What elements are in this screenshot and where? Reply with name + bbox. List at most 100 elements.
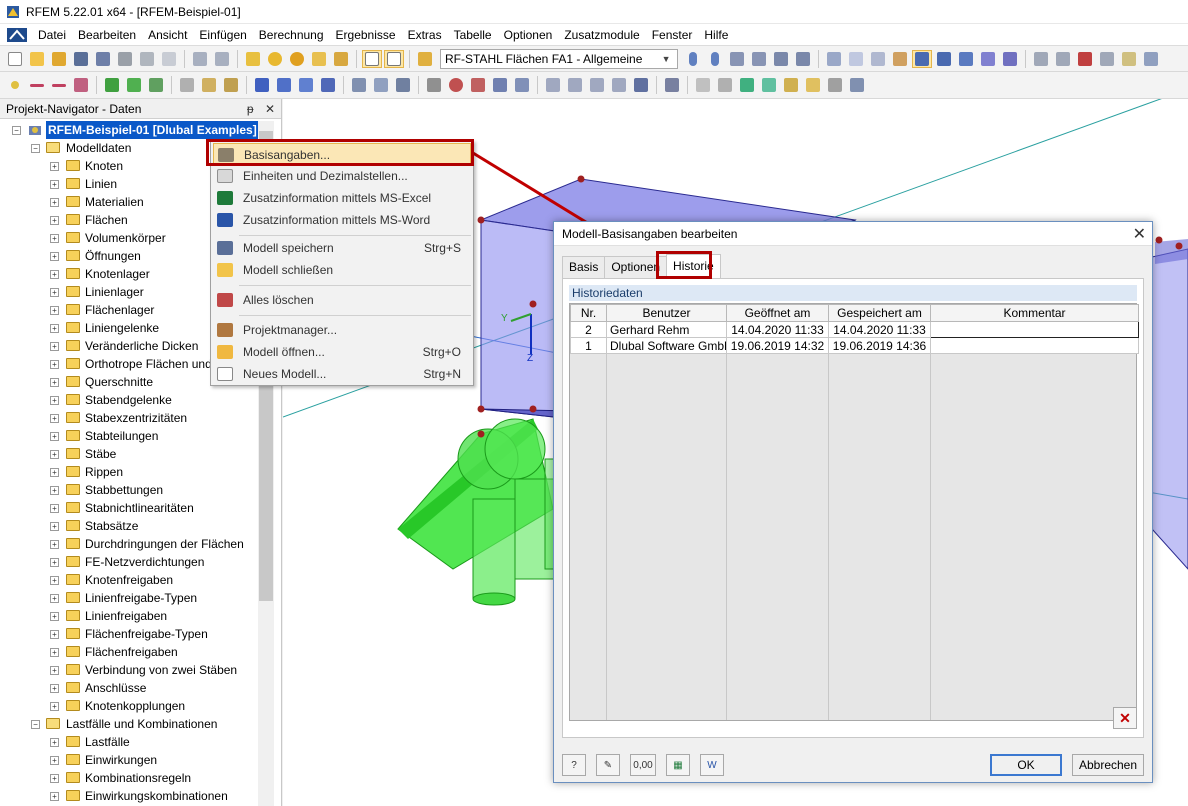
expand-icon[interactable]: + <box>50 198 59 207</box>
menu-item-project-manager[interactable]: Projektmanager... <box>213 319 471 341</box>
menu-hilfe[interactable]: Hilfe <box>698 24 734 46</box>
edit-icon[interactable]: ✎ <box>596 754 620 776</box>
wire-icon[interactable] <box>693 76 713 94</box>
sidebar-item-model[interactable]: + Stabnichtlinearitäten <box>0 499 258 517</box>
menu-item-units[interactable]: Einheiten und Dezimalstellen... <box>213 165 471 187</box>
sidebar-item-model[interactable]: + FE-Netzverdichtungen <box>0 553 258 571</box>
menu-berechnung[interactable]: Berechnung <box>253 24 330 46</box>
display-icon[interactable] <box>912 49 932 68</box>
view-iso-icon[interactable] <box>490 76 510 94</box>
expand-icon[interactable]: + <box>50 630 59 639</box>
new-file-icon[interactable] <box>5 50 25 68</box>
mirror-icon[interactable] <box>393 76 413 94</box>
expand-icon[interactable]: + <box>50 216 59 225</box>
measure-icon[interactable] <box>1031 50 1051 68</box>
prev-arrow-icon[interactable] <box>683 50 703 68</box>
expand-icon[interactable]: + <box>50 612 59 621</box>
document-menu-icon[interactable] <box>6 27 28 43</box>
surface-icon[interactable] <box>274 76 294 94</box>
sidebar-item-load[interactable]: + Lastfälle <box>0 733 258 751</box>
expand-icon[interactable]: + <box>50 288 59 297</box>
open-model-icon[interactable] <box>49 50 69 68</box>
view-z-icon[interactable] <box>587 76 607 94</box>
expand-icon[interactable]: + <box>50 324 59 333</box>
support-icon[interactable] <box>102 76 122 94</box>
tab-historie[interactable]: Historie <box>666 254 721 278</box>
expand-icon[interactable]: + <box>50 666 59 675</box>
open-folder-icon[interactable] <box>27 50 47 68</box>
solid-icon[interactable] <box>252 76 272 94</box>
render-mode-icon[interactable] <box>662 76 682 94</box>
expand-icon[interactable]: + <box>50 522 59 531</box>
delete-icon[interactable] <box>1075 50 1095 68</box>
expand-icon[interactable]: + <box>50 270 59 279</box>
pin-icon[interactable]: ᵽ <box>247 102 254 116</box>
close-icon[interactable]: ✕ <box>265 102 275 116</box>
solid-view-icon[interactable] <box>737 76 757 94</box>
excel-icon[interactable]: ▦ <box>666 754 690 776</box>
zoom-icon[interactable] <box>446 76 466 94</box>
calc-icon[interactable] <box>309 50 329 68</box>
results-icon[interactable] <box>331 50 351 68</box>
collapse-icon[interactable]: − <box>12 126 21 135</box>
zoom-window-icon[interactable] <box>468 76 488 94</box>
expand-icon[interactable]: + <box>50 306 59 315</box>
light-icon[interactable] <box>803 76 823 94</box>
member-icon[interactable] <box>177 76 197 94</box>
guideline-icon[interactable] <box>1097 50 1117 68</box>
line-support-icon[interactable] <box>124 76 144 94</box>
expand-icon[interactable]: + <box>50 684 59 693</box>
collapse-icon[interactable]: − <box>31 144 40 153</box>
print-icon[interactable] <box>115 50 135 68</box>
expand-icon[interactable]: + <box>50 792 59 801</box>
texture-icon[interactable] <box>847 76 867 94</box>
max-values-icon[interactable] <box>749 50 769 68</box>
values-icon[interactable] <box>868 50 888 68</box>
cell-comment-edit[interactable] <box>930 321 1139 338</box>
search-icon[interactable] <box>265 50 285 68</box>
block-icon[interactable] <box>318 76 338 94</box>
sidebar-item-load[interactable]: + Kombinationsregeln <box>0 769 258 787</box>
sidebar-item-model[interactable]: + Stabteilungen <box>0 427 258 445</box>
ok-button[interactable]: OK <box>990 754 1062 776</box>
menu-optionen[interactable]: Optionen <box>498 24 559 46</box>
expand-icon[interactable]: + <box>50 468 59 477</box>
sidebar-item-model[interactable]: + Verbindung von zwei Stäben <box>0 661 258 679</box>
menu-item-save-model[interactable]: Modell speichern Strg+S <box>213 237 471 259</box>
module-icon[interactable] <box>415 50 435 68</box>
surface-support-icon[interactable] <box>146 76 166 94</box>
sidebar-item-model[interactable]: + Flächenfreigabe-Typen <box>0 625 258 643</box>
menu-item-close-model[interactable]: Modell schließen <box>213 259 471 281</box>
expand-icon[interactable]: + <box>50 738 59 747</box>
menu-item-excel[interactable]: Zusatzinformation mittels MS-Excel <box>213 187 471 209</box>
isolines-icon[interactable] <box>846 50 866 68</box>
perspective-icon[interactable] <box>825 76 845 94</box>
arc-icon[interactable] <box>71 76 91 94</box>
sidebar-item-model[interactable]: + Stabexzentrizitäten <box>0 409 258 427</box>
sidebar-item-load[interactable]: + Einwirkungskombinationen <box>0 787 258 805</box>
sidebar-item-model[interactable]: + Durchdringungen der Flächen <box>0 535 258 553</box>
expand-icon[interactable]: + <box>50 360 59 369</box>
polyline-icon[interactable] <box>49 76 69 94</box>
table-row[interactable]: 1 Dlubal Software GmbH 19.06.2019 14:32 … <box>570 337 1139 354</box>
panel-view-icon[interactable] <box>384 49 404 68</box>
menu-bearbeiten[interactable]: Bearbeiten <box>72 24 142 46</box>
move-icon[interactable] <box>349 76 369 94</box>
sidebar-item-model[interactable]: + Stabbettungen <box>0 481 258 499</box>
expand-icon[interactable]: + <box>50 702 59 711</box>
expand-icon[interactable]: + <box>50 594 59 603</box>
expand-icon[interactable]: + <box>50 252 59 261</box>
expand-icon[interactable]: + <box>50 162 59 171</box>
menu-ansicht[interactable]: Ansicht <box>142 24 193 46</box>
view-neg-y-icon[interactable] <box>609 76 629 94</box>
expand-icon[interactable]: + <box>50 558 59 567</box>
view-x-icon[interactable] <box>543 76 563 94</box>
expand-icon[interactable]: + <box>50 486 59 495</box>
expand-icon[interactable]: + <box>50 342 59 351</box>
expand-icon[interactable]: + <box>50 756 59 765</box>
clipboard-icon[interactable] <box>1119 50 1139 68</box>
menu-datei[interactable]: Datei <box>32 24 72 46</box>
show-results-icon[interactable] <box>771 50 791 68</box>
sidebar-item-model[interactable]: + Rippen <box>0 463 258 481</box>
collapse-icon[interactable]: − <box>31 720 40 729</box>
